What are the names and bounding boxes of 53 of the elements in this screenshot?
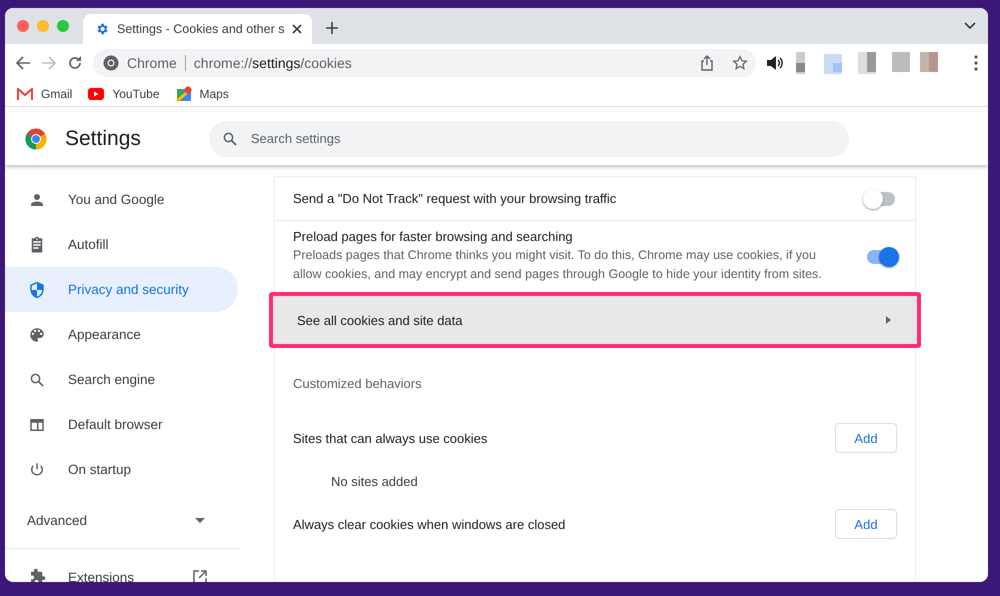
external-link-icon <box>193 570 207 582</box>
caret-right-icon <box>886 316 891 324</box>
setting-title: Preload pages for faster browsing and searching <box>293 229 574 244</box>
chevron-down-icon[interactable] <box>964 22 976 30</box>
section-label: Always clear cookies when windows are closed <box>293 516 566 532</box>
cookies-link-row[interactable]: See all cookies and site data <box>269 292 921 348</box>
address-bar[interactable]: Chrome chrome://settings/cookies <box>93 49 756 77</box>
search-icon <box>220 130 239 148</box>
add-button[interactable]: Add <box>835 423 897 453</box>
sidebar-item[interactable]: Autofill <box>5 222 238 267</box>
bookmark-link[interactable]: Maps <box>176 86 229 102</box>
advanced-toggle[interactable]: Advanced <box>5 500 225 540</box>
sidebar-item[interactable]: On startup <box>5 447 238 492</box>
search-placeholder: Search settings <box>250 131 340 146</box>
search-icon <box>28 370 46 388</box>
extensions-link[interactable]: Extensions <box>5 557 225 582</box>
share-icon[interactable] <box>700 55 714 71</box>
chrome-logo-icon <box>25 128 47 150</box>
sidebar-item[interactable]: Privacy and security <box>5 267 238 312</box>
gear-icon <box>95 22 109 36</box>
empty-list-text: No sites added <box>330 472 419 490</box>
back-icon[interactable] <box>15 55 31 71</box>
page-title: Settings <box>65 126 141 150</box>
setting-description: Preloads pages that Chrome thinks you might visit. To do this, Chrome may use cookies, if you allow cookies, and may encrypt and send pages through Google to hide your identity from sites. <box>293 247 823 283</box>
mail-icon <box>17 88 33 100</box>
bookmark-link[interactable]: Gmail <box>17 87 72 101</box>
reload-icon[interactable] <box>67 55 83 71</box>
url-text: chrome://settings/cookies <box>194 55 352 71</box>
sidebar-item[interactable]: Appearance <box>5 312 238 357</box>
section-heading: Customized behaviors <box>293 376 422 391</box>
power-icon <box>28 460 46 478</box>
speaker-icon[interactable] <box>766 55 784 71</box>
bookmark-link[interactable]: YouTube <box>88 87 160 101</box>
new-tab-icon[interactable] <box>326 22 338 34</box>
search-field[interactable]: Search settings <box>208 120 849 156</box>
setting-title: Send a "Do Not Track" request with your browsing traffic <box>293 191 618 206</box>
play-icon <box>88 88 104 100</box>
chrome-logo-icon <box>103 55 119 71</box>
palette-icon <box>28 326 46 344</box>
shield-icon <box>28 280 46 298</box>
sidebar-item[interactable]: You and Google <box>5 177 238 222</box>
caret-icon <box>195 518 205 522</box>
puzzle-icon <box>28 568 46 582</box>
star-icon[interactable] <box>732 55 748 71</box>
sidebar-item[interactable]: Search engine <box>5 357 238 402</box>
site-label: Chrome <box>127 55 177 71</box>
menu-icon[interactable] <box>974 55 978 71</box>
sidebar-item[interactable]: Default browser <box>5 402 238 447</box>
section-label: Sites that can always use cookies <box>293 430 488 446</box>
close-icon[interactable] <box>292 24 302 34</box>
map-pin-icon <box>176 86 192 102</box>
browser-tab[interactable]: Settings - Cookies and other s <box>83 14 312 44</box>
add-button[interactable]: Add <box>835 509 897 539</box>
